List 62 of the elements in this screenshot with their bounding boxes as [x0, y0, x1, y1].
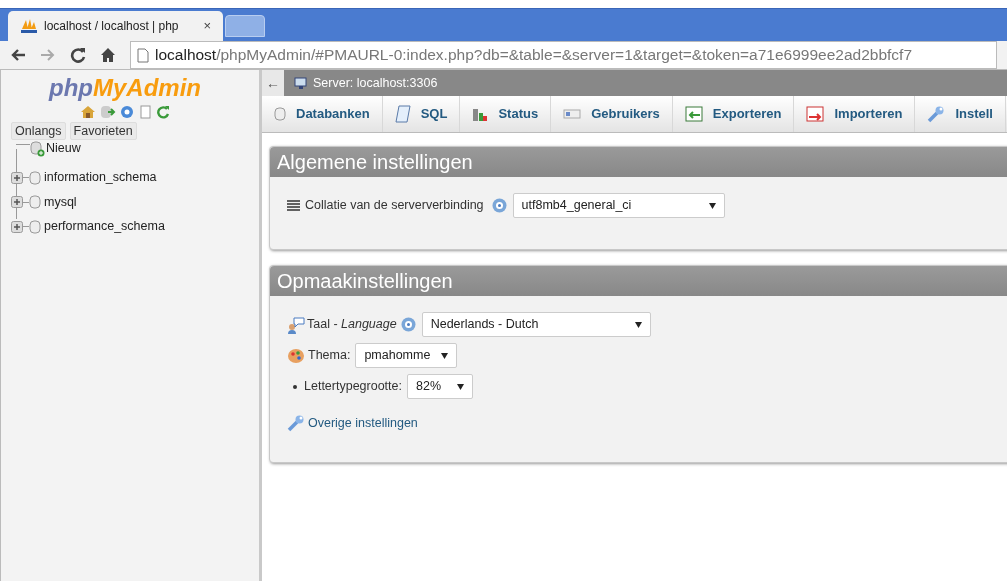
- database-icon: [274, 107, 286, 121]
- nav-tab[interactable]: Status: [460, 96, 552, 132]
- dropdown[interactable]: Nederlands - Dutch: [421, 312, 651, 337]
- reload-icon[interactable]: [70, 47, 86, 63]
- sidebar-tab[interactable]: Favorieten: [69, 122, 137, 140]
- page-icon: [137, 47, 149, 63]
- panel-title: Algemene instellingen: [270, 147, 1007, 177]
- nav-tab[interactable]: Databanken: [262, 96, 383, 132]
- nav-tab[interactable]: Importeren: [794, 96, 916, 132]
- forward-icon[interactable]: [40, 48, 56, 62]
- settings-link[interactable]: Overige instellingen: [308, 414, 418, 433]
- field-label: Thema:: [308, 347, 351, 365]
- nav-tab[interactable]: Exporteren: [672, 96, 795, 132]
- expand-icon[interactable]: [11, 171, 23, 184]
- close-icon[interactable]: ×: [203, 16, 211, 36]
- caret-icon: [441, 352, 449, 359]
- logout-icon[interactable]: [100, 105, 116, 119]
- nav-tab[interactable]: SQL: [382, 96, 461, 132]
- help-icon[interactable]: [491, 198, 507, 213]
- server-link[interactable]: Server: localhost:3306: [313, 73, 438, 93]
- url-text: localhost/phpMyAdmin/#PMAURL-0:index.php?db=&table=&server=1&target=&token=a71e6999ee2ad2bbfcf7: [155, 45, 912, 66]
- browser-tab[interactable]: localhost / localhost | php ×: [8, 11, 223, 41]
- tree-item[interactable]: mysql: [44, 192, 77, 212]
- field-label: Collatie van de serververbinding: [305, 197, 484, 215]
- help-icon[interactable]: [120, 105, 134, 119]
- field-label: Taal - Language: [307, 316, 397, 334]
- language-icon: [287, 315, 305, 334]
- tree-item[interactable]: information_schema: [44, 168, 157, 188]
- nav-tab[interactable]: Instell: [915, 96, 1006, 132]
- bullet-icon: [293, 384, 297, 389]
- home-icon[interactable]: [100, 47, 116, 63]
- wrench-icon: [927, 105, 946, 123]
- wrench-icon: [287, 414, 305, 433]
- back-icon[interactable]: [10, 48, 26, 62]
- home-icon[interactable]: [80, 105, 96, 119]
- import-icon: [806, 106, 825, 122]
- expand-icon[interactable]: [11, 196, 23, 209]
- dropdown[interactable]: utf8mb4_general_ci: [512, 193, 725, 218]
- script-icon: [394, 105, 411, 123]
- dropdown[interactable]: pmahomme: [355, 343, 458, 368]
- palette-icon: [287, 347, 305, 364]
- tab-title: localhost / localhost | php: [44, 18, 180, 35]
- panel-title: Opmaakinstellingen: [270, 266, 1007, 296]
- server-icon: [294, 76, 310, 90]
- tree-item[interactable]: performance_schema: [44, 217, 165, 237]
- field-label: Lettertypegrootte:: [304, 378, 402, 396]
- caret-icon: [708, 202, 716, 209]
- dropdown[interactable]: 82%: [407, 374, 473, 399]
- caret-icon: [634, 321, 642, 328]
- nav-tab[interactable]: Gebruikers: [551, 96, 673, 132]
- tree-item[interactable]: Nieuw: [46, 141, 81, 155]
- bar-chart-icon: [472, 106, 489, 122]
- favicon-icon: [20, 18, 38, 34]
- caret-icon: [457, 383, 464, 390]
- help-icon[interactable]: [400, 317, 416, 332]
- list-icon: [287, 200, 300, 211]
- expand-icon[interactable]: [11, 220, 23, 233]
- address-bar[interactable]: localhost/phpMyAdmin/#PMAURL-0:index.php?db=&table=&server=1&target=&token=a71e6999ee2ad2bbfcf7: [130, 41, 997, 69]
- export-icon: [684, 106, 703, 122]
- card-icon: [563, 108, 582, 120]
- sidebar-tab[interactable]: Onlangs: [11, 122, 66, 140]
- logo[interactable]: phpMyAdmin: [11, 74, 259, 102]
